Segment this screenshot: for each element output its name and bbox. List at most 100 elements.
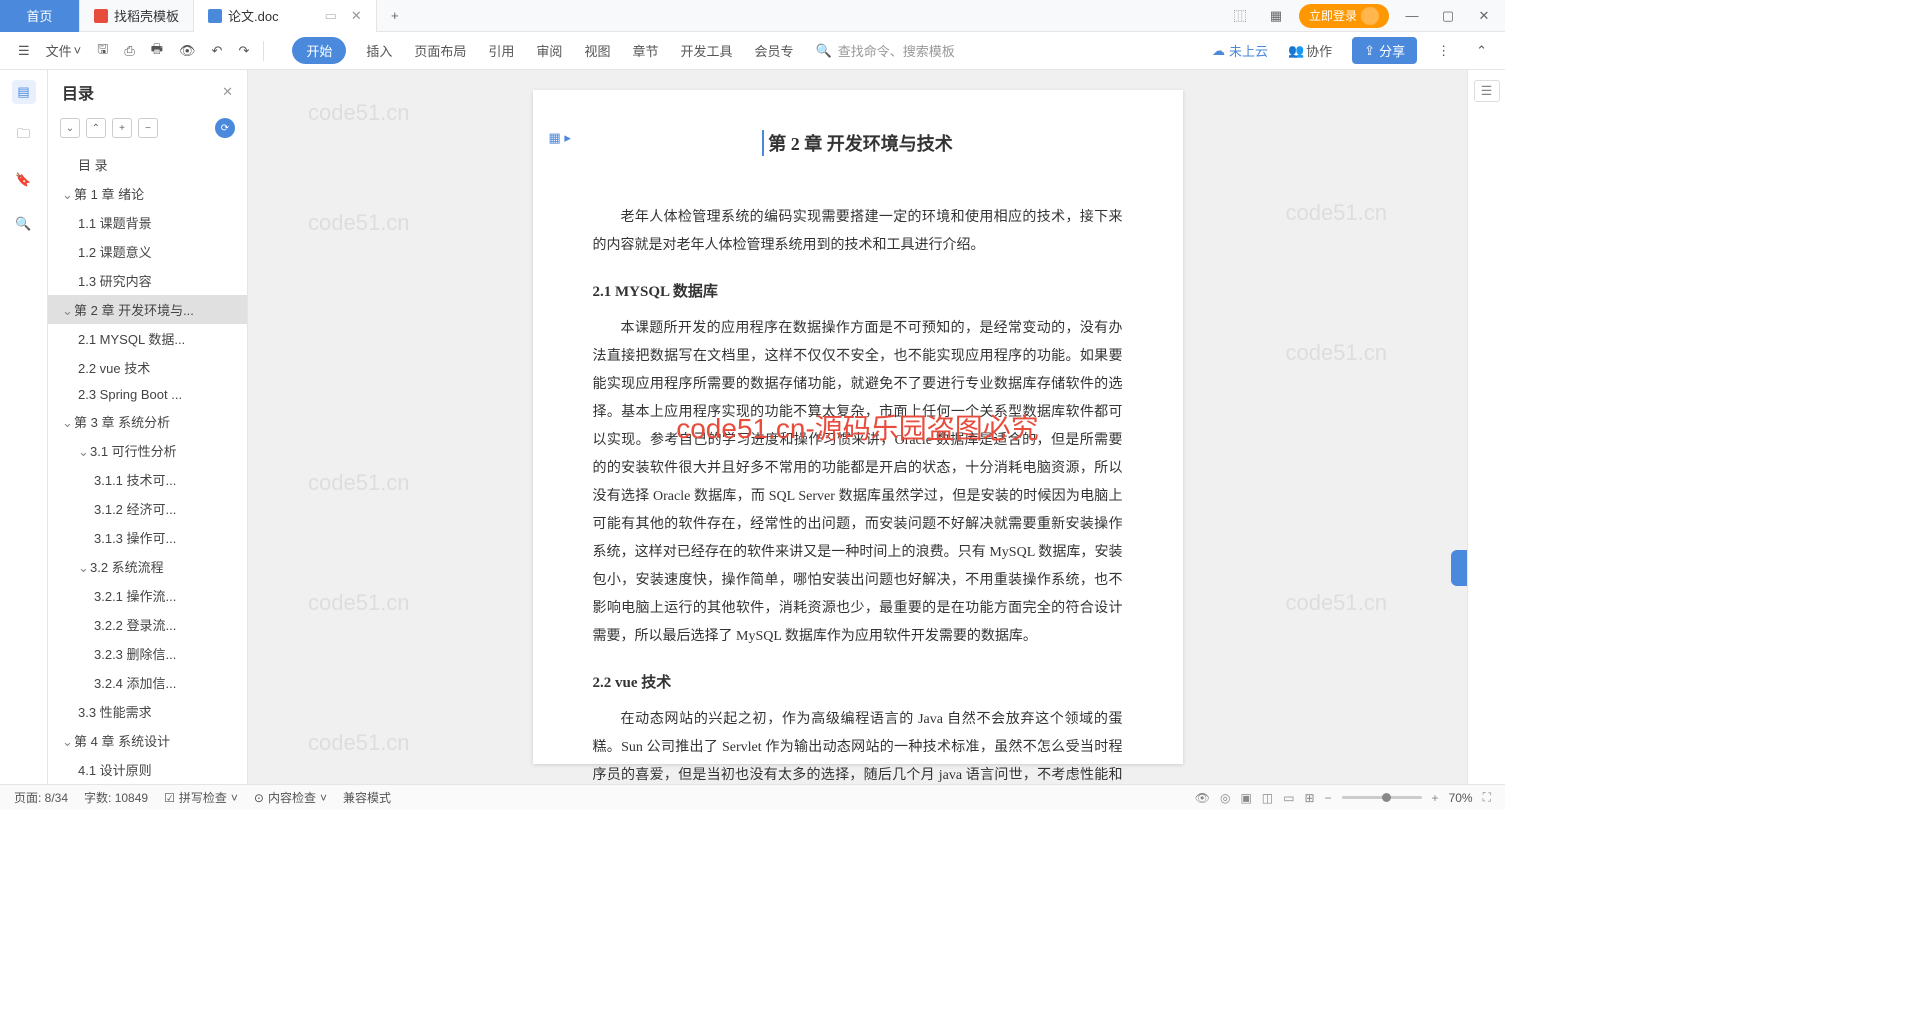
- watermark: code51.cn: [308, 100, 410, 126]
- outline-item[interactable]: 1.1 课题背景: [48, 208, 247, 237]
- titlebar: 首页 找稻壳模板 论文.doc▭✕ + ⿲ ▦ 立即登录 — ▢ ✕: [0, 0, 1505, 32]
- doc-paragraph: 老年人体检管理系统的编码实现需要搭建一定的环境和使用相应的技术，接下来的内容就是…: [593, 204, 1123, 260]
- page-indicator[interactable]: 页面: 8/34: [14, 789, 68, 806]
- menu-chapter[interactable]: 章节: [630, 37, 660, 64]
- ribbon-icon[interactable]: 🔖: [12, 168, 36, 192]
- bookmark-rail-icon[interactable]: 🗀: [12, 124, 36, 148]
- tab-document[interactable]: 论文.doc▭✕: [194, 0, 377, 32]
- watermark: code51.cn: [1285, 590, 1387, 616]
- collapse-icon[interactable]: ⌃: [1470, 39, 1493, 63]
- save-icon[interactable]: 🖫: [91, 36, 114, 66]
- share-button[interactable]: ⇪ 分享: [1352, 37, 1417, 64]
- outline-item[interactable]: ⌄第 3 章 系统分析: [48, 407, 247, 436]
- export-icon[interactable]: ⎙: [118, 39, 140, 63]
- layout-icon[interactable]: ⿲: [1227, 3, 1253, 29]
- window-icon[interactable]: ▭: [325, 8, 337, 24]
- view3-icon[interactable]: ▭: [1283, 791, 1294, 805]
- outline-item[interactable]: 3.1.2 经济可...: [48, 494, 247, 523]
- fit-icon[interactable]: ⛶: [1483, 790, 1491, 805]
- collapse-all-icon[interactable]: ⌄: [60, 118, 80, 138]
- expand-all-icon[interactable]: ⌃: [86, 118, 106, 138]
- search-rail-icon[interactable]: 🔍: [12, 212, 36, 236]
- sync-icon[interactable]: ⟳: [215, 118, 235, 138]
- view2-icon[interactable]: ◫: [1262, 791, 1273, 805]
- outline-item[interactable]: 2.2 vue 技术: [48, 353, 247, 382]
- watermark: code51.cn: [308, 590, 410, 616]
- file-menu[interactable]: 文件 ˅: [40, 37, 88, 64]
- menu-start[interactable]: 开始: [292, 37, 346, 64]
- left-rail: ▤ 🗀 🔖 🔍: [0, 70, 48, 784]
- tab-template[interactable]: 找稻壳模板: [80, 0, 194, 32]
- outline-item[interactable]: 3.2.1 操作流...: [48, 581, 247, 610]
- outline-item[interactable]: 3.3 性能需求: [48, 697, 247, 726]
- focus-icon[interactable]: ◎: [1220, 791, 1230, 805]
- outline-item[interactable]: 4.1 设计原则: [48, 755, 247, 784]
- view1-icon[interactable]: ▣: [1240, 791, 1251, 805]
- menu-view[interactable]: 视图: [582, 37, 612, 64]
- word-count[interactable]: 字数: 10849: [84, 789, 148, 806]
- coop-button[interactable]: 👥 协作: [1282, 37, 1338, 64]
- preview-icon[interactable]: 👁: [173, 39, 202, 63]
- hamburger-icon[interactable]: ☰: [12, 39, 36, 63]
- remove-icon[interactable]: −: [138, 118, 158, 138]
- doc-icon: [208, 9, 222, 23]
- doc-heading-2: 2.2 vue 技术: [593, 671, 1123, 692]
- menu-devtools[interactable]: 开发工具: [678, 37, 734, 64]
- menu-review[interactable]: 审阅: [534, 37, 564, 64]
- outline-item[interactable]: ⌄第 2 章 开发环境与...: [48, 295, 247, 324]
- outline-tree: 目 录⌄第 1 章 绪论1.1 课题背景1.2 课题意义1.3 研究内容⌄第 2…: [48, 142, 247, 784]
- apps-icon[interactable]: ▦: [1263, 3, 1289, 29]
- content-check-button[interactable]: ⊙ 内容检查 ˅: [254, 789, 327, 806]
- outline-item[interactable]: ⌄第 4 章 系统设计: [48, 726, 247, 755]
- minimize-icon[interactable]: —: [1399, 3, 1425, 29]
- login-button[interactable]: 立即登录: [1299, 4, 1389, 28]
- menu-reference[interactable]: 引用: [486, 37, 516, 64]
- print-icon[interactable]: 🖶: [145, 36, 169, 66]
- eye-icon[interactable]: 👁: [1195, 791, 1210, 805]
- panel-toggle-icon[interactable]: ☰: [1474, 80, 1500, 102]
- outline-title: 目录: [62, 80, 94, 104]
- menu-member[interactable]: 会员专: [752, 37, 795, 64]
- redo-icon[interactable]: ↷: [232, 39, 255, 63]
- more-icon[interactable]: ⋮: [1431, 39, 1456, 63]
- outline-item[interactable]: 3.2.2 登录流...: [48, 610, 247, 639]
- outline-item[interactable]: 2.3 Spring Boot ...: [48, 382, 247, 407]
- maximize-icon[interactable]: ▢: [1435, 3, 1461, 29]
- outline-item[interactable]: ⌄第 1 章 绪论: [48, 179, 247, 208]
- close-panel-icon[interactable]: ✕: [222, 84, 233, 100]
- outline-item[interactable]: ⌄3.1 可行性分析: [48, 436, 247, 465]
- zoom-slider[interactable]: [1342, 796, 1422, 799]
- outline-item[interactable]: 3.2.4 添加信...: [48, 668, 247, 697]
- doc-paragraph: 在动态网站的兴起之初，作为高级编程语言的 Java 自然不会放弃这个领域的蛋糕。…: [593, 706, 1123, 784]
- document-canvas[interactable]: code51.cn code51.cn code51.cn code51.cn …: [248, 70, 1467, 784]
- close-icon[interactable]: ✕: [351, 8, 362, 24]
- outline-item[interactable]: 3.2.3 删除信...: [48, 639, 247, 668]
- cloud-status[interactable]: ☁ 未上云: [1212, 41, 1268, 60]
- outline-item[interactable]: 2.1 MYSQL 数据...: [48, 324, 247, 353]
- right-edge-tab[interactable]: [1451, 550, 1467, 586]
- menu-layout[interactable]: 页面布局: [412, 37, 468, 64]
- page-marker-icon[interactable]: ▦ ▸: [549, 130, 571, 146]
- tab-home[interactable]: 首页: [0, 0, 80, 32]
- outline-icon[interactable]: ▤: [12, 80, 36, 104]
- outline-item[interactable]: 目 录: [48, 150, 247, 179]
- zoom-in-icon[interactable]: +: [1432, 791, 1439, 805]
- menu-tabs: 开始 插入 页面布局 引用 审阅 视图 章节 开发工具 会员专: [292, 37, 795, 64]
- close-window-icon[interactable]: ✕: [1471, 3, 1497, 29]
- menu-insert[interactable]: 插入: [364, 37, 394, 64]
- outline-item[interactable]: ⌄3.2 系统流程: [48, 552, 247, 581]
- spellcheck-button[interactable]: ☑ 拼写检查 ˅: [164, 789, 238, 806]
- undo-icon[interactable]: ↶: [206, 39, 229, 63]
- outline-item[interactable]: 1.3 研究内容: [48, 266, 247, 295]
- zoom-level[interactable]: 70%: [1449, 791, 1473, 805]
- zoom-out-icon[interactable]: −: [1325, 791, 1332, 805]
- search-input[interactable]: 🔍查找命令、搜索模板: [816, 41, 955, 60]
- new-tab-button[interactable]: +: [377, 8, 413, 23]
- tab-label: 找稻壳模板: [114, 6, 179, 25]
- outline-item[interactable]: 1.2 课题意义: [48, 237, 247, 266]
- add-icon[interactable]: +: [112, 118, 132, 138]
- right-rail: ☰: [1467, 70, 1505, 784]
- outline-item[interactable]: 3.1.3 操作可...: [48, 523, 247, 552]
- view4-icon[interactable]: ⊞: [1304, 791, 1314, 805]
- outline-item[interactable]: 3.1.1 技术可...: [48, 465, 247, 494]
